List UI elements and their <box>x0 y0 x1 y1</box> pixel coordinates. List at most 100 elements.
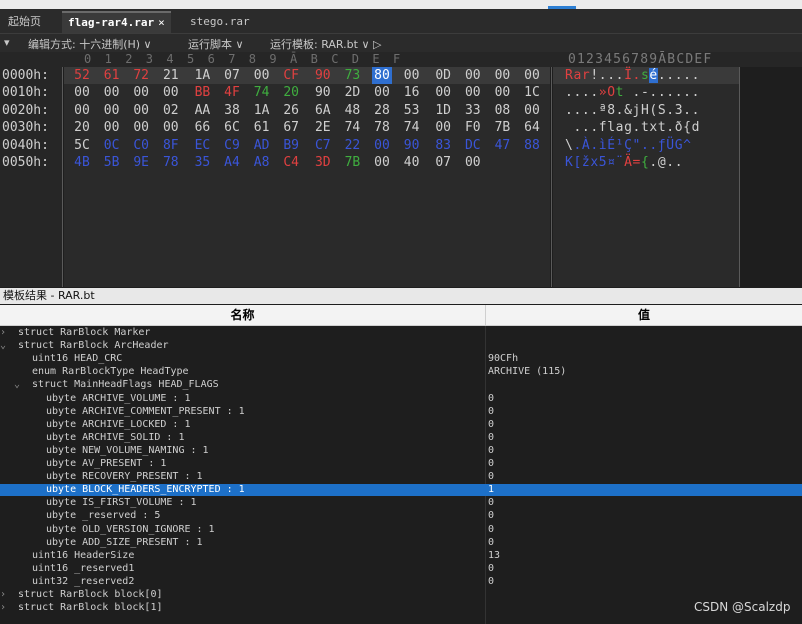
hex-byte[interactable]: 00 <box>492 84 512 101</box>
hex-byte[interactable]: 7B <box>342 154 362 171</box>
hex-byte[interactable]: 83 <box>433 137 453 154</box>
hex-byte[interactable]: 64 <box>522 119 542 136</box>
hex-byte[interactable]: BB <box>192 84 212 101</box>
value-column-header[interactable]: 值 <box>486 305 802 325</box>
hex-byte[interactable]: 00 <box>131 102 151 119</box>
hex-byte[interactable]: 00 <box>102 102 122 119</box>
hex-byte[interactable]: 5C <box>72 137 92 154</box>
hex-byte[interactable]: 00 <box>522 67 542 84</box>
hex-byte[interactable]: 2E <box>313 119 333 136</box>
hex-byte[interactable]: 20 <box>281 84 301 101</box>
close-icon[interactable]: × <box>158 16 165 29</box>
tree-row[interactable]: uint32 _reserved2 0 <box>0 576 802 588</box>
hex-byte[interactable]: 8F <box>161 137 181 154</box>
tree-row[interactable]: ubyte BLOCK_HEADERS_ENCRYPTED : 1 1 <box>0 484 802 497</box>
tree-row[interactable]: uint16 HeaderSize 13 <box>0 550 802 562</box>
hex-byte[interactable]: 6C <box>222 119 242 136</box>
hex-byte[interactable]: C7 <box>313 137 333 154</box>
hex-byte[interactable]: DC <box>463 137 483 154</box>
hex-byte[interactable]: 16 <box>402 84 422 101</box>
hex-byte[interactable]: 5B <box>102 154 122 171</box>
hex-byte[interactable]: 00 <box>72 102 92 119</box>
hex-byte[interactable]: CF <box>281 67 301 84</box>
hex-byte[interactable]: 48 <box>342 102 362 119</box>
hex-byte[interactable]: 35 <box>192 154 212 171</box>
hex-byte[interactable]: 00 <box>131 119 151 136</box>
hex-byte[interactable]: 38 <box>222 102 242 119</box>
tree-row[interactable]: › struct RarBlock block[1] <box>0 602 802 614</box>
hex-byte[interactable]: 90 <box>313 67 333 84</box>
hex-byte[interactable]: 2D <box>342 84 362 101</box>
tree-row[interactable]: ubyte AV_PRESENT : 1 0 <box>0 458 802 470</box>
tree-row[interactable]: ubyte ADD_SIZE_PRESENT : 1 0 <box>0 537 802 549</box>
tree-row[interactable]: ⌄ struct MainHeadFlags HEAD_FLAGS <box>0 379 802 391</box>
hex-byte[interactable]: 67 <box>281 119 301 136</box>
hex-byte[interactable]: 74 <box>252 84 272 101</box>
hex-byte[interactable]: 74 <box>342 119 362 136</box>
hex-byte[interactable]: 3D <box>313 154 333 171</box>
tree-row[interactable]: ubyte OLD_VERSION_IGNORE : 1 0 <box>0 524 802 536</box>
tree-row[interactable]: ubyte _reserved : 5 0 <box>0 510 802 522</box>
hex-byte[interactable]: 00 <box>161 84 181 101</box>
hex-byte[interactable]: 00 <box>72 84 92 101</box>
hex-byte[interactable]: 78 <box>372 119 392 136</box>
collapse-arrow-icon[interactable]: ⌄ <box>0 340 6 352</box>
hex-byte[interactable]: 00 <box>463 67 483 84</box>
hex-byte[interactable]: 00 <box>492 67 512 84</box>
hex-byte[interactable]: 73 <box>342 67 362 84</box>
edit-mode-dropdown[interactable]: 编辑方式: 十六进制(H) ∨ <box>28 36 152 52</box>
tree-row[interactable]: enum RarBlockType HeadType ARCHIVE (115) <box>0 366 802 378</box>
tree-row[interactable]: ubyte ARCHIVE_COMMENT_PRESENT : 1 0 <box>0 406 802 418</box>
hex-byte[interactable]: 07 <box>222 67 242 84</box>
hex-byte[interactable]: 80 <box>372 67 392 84</box>
hex-byte[interactable]: 52 <box>72 67 92 84</box>
hex-byte[interactable]: 40 <box>402 154 422 171</box>
name-column-header[interactable]: 名称 <box>0 305 485 325</box>
hex-byte[interactable]: 7B <box>492 119 512 136</box>
hex-byte[interactable]: F0 <box>463 119 483 136</box>
hex-byte[interactable]: 33 <box>463 102 483 119</box>
hex-byte[interactable]: 90 <box>313 84 333 101</box>
hex-byte[interactable]: 47 <box>492 137 512 154</box>
hex-byte[interactable]: 61 <box>102 67 122 84</box>
hex-pane[interactable]: 52 61 72 21 1A 07 00 CF 90 73 80 00 0D 00 00 00 00 00 00 00… <box>64 67 550 287</box>
hex-byte[interactable]: EC <box>192 137 212 154</box>
tree-row[interactable]: ubyte NEW_VOLUME_NAMING : 1 0 <box>0 445 802 457</box>
hex-byte[interactable]: 00 <box>372 137 392 154</box>
ascii-pane[interactable]: Rar!...Ï.sé..... ....»Ot .-...... ....ª8.&… <box>553 67 739 287</box>
collapse-arrow-icon[interactable]: ⌄ <box>14 379 20 391</box>
hex-byte[interactable]: 0D <box>433 67 453 84</box>
hex-byte[interactable]: 53 <box>402 102 422 119</box>
hex-byte[interactable]: 61 <box>252 119 272 136</box>
hex-byte[interactable]: C4 <box>281 154 301 171</box>
run-script-dropdown[interactable]: 运行脚本 ∨ <box>188 36 244 52</box>
hex-byte[interactable]: 74 <box>402 119 422 136</box>
hex-byte[interactable]: 90 <box>402 137 422 154</box>
hex-byte[interactable]: 4B <box>72 154 92 171</box>
hex-byte[interactable]: 00 <box>161 119 181 136</box>
hex-byte[interactable]: 4F <box>222 84 242 101</box>
hex-byte[interactable]: B9 <box>281 137 301 154</box>
hex-byte[interactable]: 00 <box>433 84 453 101</box>
hex-byte[interactable]: 00 <box>372 84 392 101</box>
hex-byte[interactable]: 00 <box>131 84 151 101</box>
tree-row[interactable]: ubyte ARCHIVE_VOLUME : 1 0 <box>0 393 802 405</box>
hex-byte[interactable]: AD <box>252 137 272 154</box>
hex-byte[interactable]: A8 <box>252 154 272 171</box>
hex-byte[interactable]: 22 <box>342 137 362 154</box>
hex-byte[interactable]: 00 <box>252 67 272 84</box>
hex-byte[interactable]: 00 <box>402 67 422 84</box>
hex-byte[interactable]: 21 <box>161 67 181 84</box>
hex-byte[interactable]: A4 <box>222 154 242 171</box>
tab-stego-rar[interactable]: stego.rar <box>184 11 256 33</box>
hex-byte[interactable]: 00 <box>102 119 122 136</box>
hex-byte[interactable]: 02 <box>161 102 181 119</box>
hex-byte[interactable]: 9E <box>131 154 151 171</box>
tree-row[interactable]: ubyte IS_FIRST_VOLUME : 1 0 <box>0 497 802 509</box>
tree-row[interactable]: ubyte ARCHIVE_LOCKED : 1 0 <box>0 419 802 431</box>
hex-editor[interactable]: 0000h: 0010h: 0020h: 0030h: 0040h: 0050h: 52 6… <box>0 67 802 287</box>
run-template-dropdown[interactable]: 运行模板: RAR.bt ∨ ▷ <box>270 36 381 52</box>
expand-arrow-icon[interactable]: › <box>0 327 6 339</box>
expand-arrow-icon[interactable]: › <box>0 602 6 614</box>
hex-byte[interactable]: 88 <box>522 137 542 154</box>
